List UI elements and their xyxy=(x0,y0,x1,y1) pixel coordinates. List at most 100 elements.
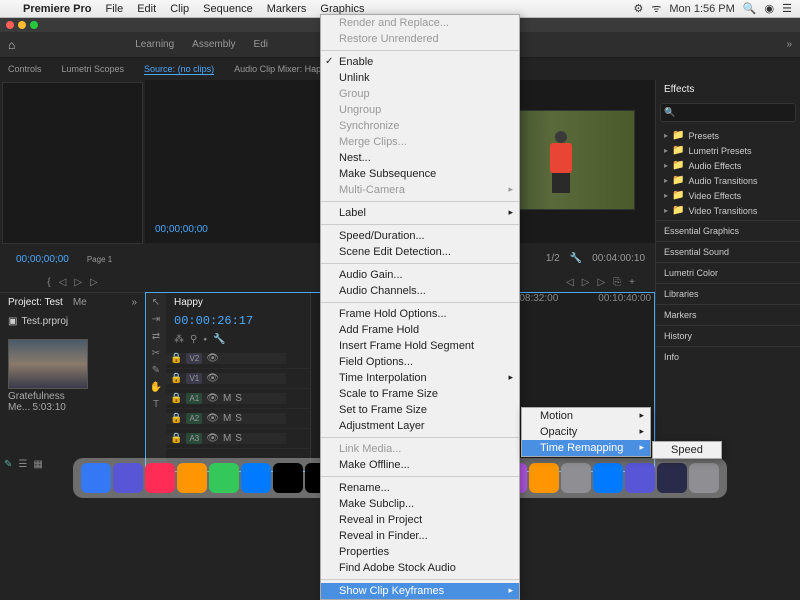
dock-app-icon[interactable] xyxy=(561,463,591,493)
menu-item[interactable]: Unlink xyxy=(321,70,519,86)
menu-item[interactable]: Rename... xyxy=(321,480,519,496)
menu-item[interactable]: Nest... xyxy=(321,150,519,166)
wrench-icon[interactable]: 🔧 xyxy=(570,253,582,264)
workspace-editing[interactable]: Edi xyxy=(254,39,268,50)
dock-app-icon[interactable] xyxy=(113,463,143,493)
menu-item[interactable]: Make Subclip... xyxy=(321,496,519,512)
menu-item[interactable]: Field Options... xyxy=(321,354,519,370)
program-timecode-left[interactable]: 00;00;00;00 xyxy=(155,224,208,235)
selection-tool-icon[interactable]: ↖ xyxy=(152,297,160,308)
menu-graphics[interactable]: Graphics xyxy=(313,3,371,15)
menu-markers[interactable]: Markers xyxy=(260,3,314,15)
dock-app-icon[interactable] xyxy=(209,463,239,493)
panel-section[interactable]: Info xyxy=(656,346,800,367)
menu-item[interactable]: Scale to Frame Size xyxy=(321,386,519,402)
menu-item[interactable]: Enable xyxy=(321,54,519,70)
track-header-v2[interactable]: 🔒V2👁 xyxy=(166,353,286,364)
export-frame-icon[interactable]: ⎘ xyxy=(613,277,621,288)
dock-app-icon[interactable] xyxy=(529,463,559,493)
dock-app-icon[interactable] xyxy=(625,463,655,493)
menu-item[interactable]: Speed/Duration... xyxy=(321,228,519,244)
menu-edit[interactable]: Edit xyxy=(130,3,163,15)
workspace-assembly[interactable]: Assembly xyxy=(192,39,235,50)
icon-view-icon[interactable]: ▦ xyxy=(33,459,42,470)
step-fwd-icon[interactable]: ▷ xyxy=(90,277,98,288)
pen-icon[interactable]: ✎ xyxy=(152,365,160,376)
wifi-icon[interactable]: ⚙ xyxy=(633,2,643,15)
wrench-icon[interactable]: 🔧 xyxy=(213,334,225,345)
menu-item[interactable]: Frame Hold Options... xyxy=(321,306,519,322)
minimize-window-button[interactable] xyxy=(18,21,26,29)
menu-item[interactable]: Scene Edit Detection... xyxy=(321,244,519,260)
close-window-button[interactable] xyxy=(6,21,14,29)
panel-section[interactable]: Essential Graphics xyxy=(656,220,800,241)
effects-folder[interactable]: 📁Presets xyxy=(664,128,792,143)
siri-icon[interactable]: ◉ xyxy=(765,2,775,15)
dock-app-icon[interactable] xyxy=(593,463,623,493)
panel-section[interactable]: Essential Sound xyxy=(656,241,800,262)
tab-project[interactable]: Project: Test xyxy=(8,297,63,308)
menu-file[interactable]: File xyxy=(98,3,130,15)
dock-app-icon[interactable] xyxy=(689,463,719,493)
menu-item[interactable]: Properties xyxy=(321,544,519,560)
menu-item[interactable]: Show Clip Keyframes xyxy=(321,583,519,599)
menu-item[interactable]: Time Interpolation xyxy=(321,370,519,386)
menu-item[interactable]: Make Subsequence xyxy=(321,166,519,182)
menu-item[interactable]: Audio Channels... xyxy=(321,283,519,299)
link-icon[interactable]: ⚲ xyxy=(190,334,197,345)
tab-source[interactable]: Source: (no clips) xyxy=(144,64,214,75)
panel-section[interactable]: Libraries xyxy=(656,283,800,304)
dock-app-icon[interactable] xyxy=(177,463,207,493)
menu-icon[interactable]: ☰ xyxy=(782,2,792,15)
search-icon[interactable]: 🔍 xyxy=(743,2,757,15)
timeline-timecode[interactable]: 00:00:26:17 xyxy=(166,312,310,330)
panel-section[interactable]: Markers xyxy=(656,304,800,325)
dock-app-icon[interactable] xyxy=(273,463,303,493)
tab-audio-mixer[interactable]: Audio Clip Mixer: Happy xyxy=(234,64,331,74)
play-icon[interactable]: ▷ xyxy=(74,277,82,288)
menu-clip[interactable]: Clip xyxy=(163,3,196,15)
track-header-a2[interactable]: 🔒A2👁MS xyxy=(166,413,286,424)
menu-item[interactable]: Reveal in Project xyxy=(321,512,519,528)
chevron-icon[interactable]: » xyxy=(131,297,137,308)
home-icon[interactable]: ⌂ xyxy=(8,38,15,52)
clip-thumbnail[interactable]: Gratefulness Me... 5:03:10 xyxy=(8,339,88,413)
dock-app-icon[interactable] xyxy=(81,463,111,493)
program-timecode[interactable]: 00:04:00:10 xyxy=(592,253,645,264)
ripple-icon[interactable]: ⇄ xyxy=(152,331,160,342)
bin-row[interactable]: ▣ Test.prproj xyxy=(0,312,145,331)
razor-icon[interactable]: ✎ xyxy=(4,459,12,470)
menu-sequence[interactable]: Sequence xyxy=(196,3,260,15)
track-header-a1[interactable]: 🔒A1👁MS xyxy=(166,393,286,404)
effects-folder[interactable]: 📁Audio Transitions xyxy=(664,173,792,188)
sequence-tab[interactable]: Happy xyxy=(174,297,203,308)
workspace-learning[interactable]: Learning xyxy=(135,39,174,50)
maximize-window-button[interactable] xyxy=(30,21,38,29)
menu-item[interactable]: Set to Frame Size xyxy=(321,402,519,418)
hand-icon[interactable]: ✋ xyxy=(150,382,162,393)
track-header-v1[interactable]: 🔒V1👁 xyxy=(166,373,286,384)
menu-item[interactable]: Audio Gain... xyxy=(321,267,519,283)
wifi-icon[interactable]: ᯤ xyxy=(651,1,661,16)
submenu-item[interactable]: Opacity xyxy=(522,424,650,440)
effects-tab[interactable]: Effects xyxy=(656,80,800,99)
submenu-speed[interactable]: Speed xyxy=(653,442,721,458)
menu-item[interactable]: Make Offline... xyxy=(321,457,519,473)
step-fwd-icon[interactable]: ▷ xyxy=(597,277,605,288)
razor-icon[interactable]: ✂ xyxy=(152,348,160,359)
effects-folder[interactable]: 📁Video Transitions xyxy=(664,203,792,218)
list-view-icon[interactable]: ☰ xyxy=(18,459,27,470)
tab-effect-controls[interactable]: Controls xyxy=(8,64,42,74)
menu-item[interactable]: Label xyxy=(321,205,519,221)
dock-app-icon[interactable] xyxy=(657,463,687,493)
track-header-a3[interactable]: 🔒A3👁MS xyxy=(166,433,286,444)
effects-folder[interactable]: 📁Video Effects xyxy=(664,188,792,203)
chevron-overflow-icon[interactable]: » xyxy=(786,39,792,50)
menu-item[interactable]: Reveal in Finder... xyxy=(321,528,519,544)
source-timecode[interactable]: 00;00;00;00 xyxy=(8,250,77,269)
submenu-item[interactable]: Motion xyxy=(522,408,650,424)
dock-app-icon[interactable] xyxy=(241,463,271,493)
mark-in-icon[interactable]: ◁ xyxy=(566,277,574,288)
submenu-item[interactable]: Time Remapping xyxy=(522,440,650,456)
menu-item[interactable]: Add Frame Hold xyxy=(321,322,519,338)
